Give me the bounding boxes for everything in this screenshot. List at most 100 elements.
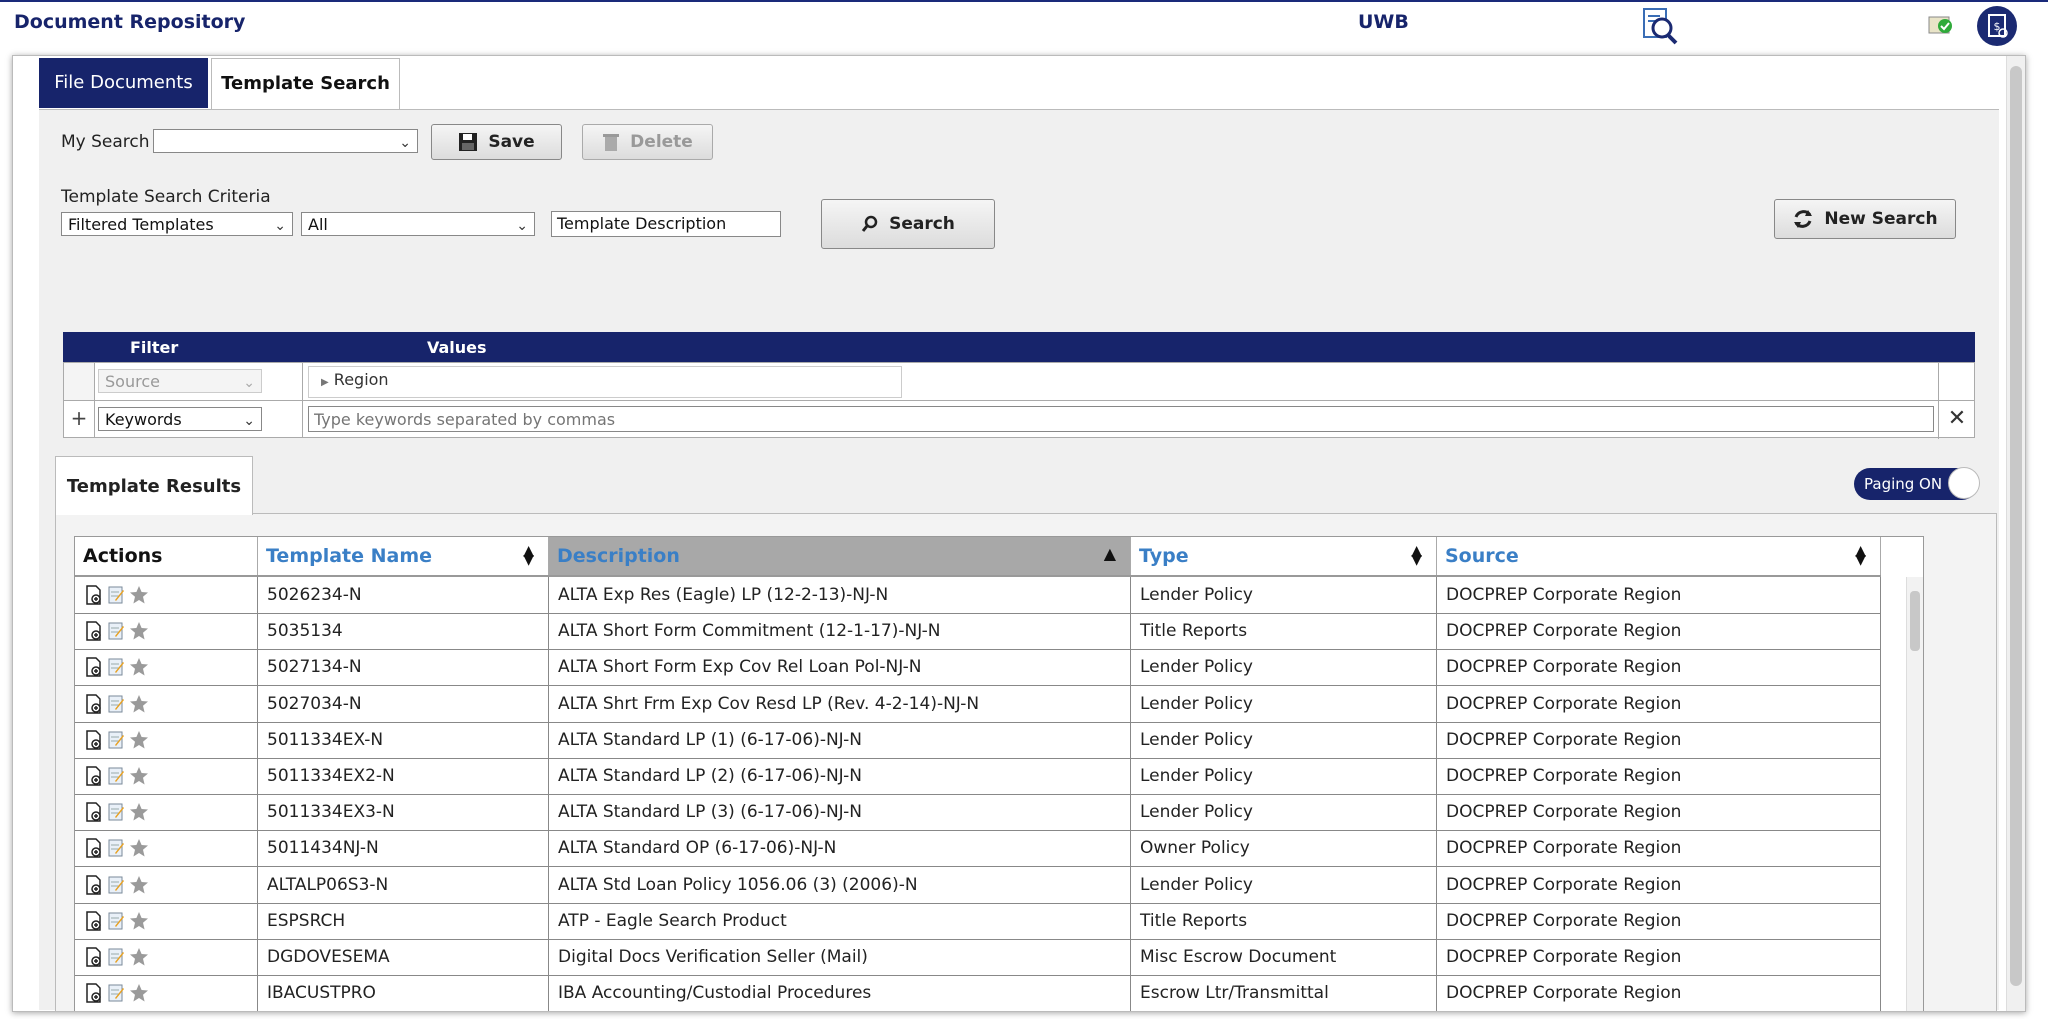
criteria-type-select[interactable]: Filtered Templates ⌄ [61, 212, 293, 236]
edit-icon[interactable] [107, 947, 125, 967]
table-row[interactable]: DGDOVESEMA Digital Docs Verification Sell… [75, 939, 1881, 976]
grid-scrollbar[interactable] [1906, 577, 1923, 1011]
add-document-icon[interactable] [85, 766, 103, 786]
cell-description: IBA Accounting/Custodial Procedures [549, 975, 1131, 1011]
add-document-icon[interactable] [85, 983, 103, 1003]
paging-toggle[interactable]: Paging ON [1854, 467, 1980, 500]
star-icon[interactable] [129, 657, 149, 677]
star-icon[interactable] [129, 838, 149, 858]
edit-icon[interactable] [107, 875, 125, 895]
add-document-icon[interactable] [85, 657, 103, 678]
add-document-icon[interactable] [85, 947, 103, 967]
row-actions [75, 758, 258, 794]
edit-icon[interactable] [107, 730, 125, 750]
cell-type: Lender Policy [1131, 577, 1437, 613]
edit-icon[interactable] [107, 983, 125, 1003]
new-search-button[interactable]: New Search [1774, 199, 1956, 239]
star-icon[interactable] [129, 694, 149, 714]
cell-source: DOCPREP Corporate Region [1437, 866, 1881, 903]
edit-icon[interactable] [107, 838, 125, 858]
star-icon[interactable] [129, 766, 149, 786]
table-row[interactable]: 5035134 ALTA Short Form Commitment (12-1-… [75, 613, 1881, 651]
star-icon[interactable] [129, 621, 149, 641]
add-document-icon[interactable] [85, 838, 103, 859]
edit-icon[interactable] [107, 694, 125, 714]
table-row[interactable]: 5011334EX3-N ALTA Standard LP (3) (6-17-0… [75, 794, 1881, 832]
plus-icon[interactable]: + [64, 401, 95, 437]
tab-file-documents[interactable]: File Documents [39, 58, 208, 108]
table-row[interactable]: 5011334EX-N ALTA Standard LP (1) (6-17-06… [75, 721, 1881, 759]
star-icon[interactable] [129, 947, 149, 967]
edit-icon[interactable] [107, 621, 125, 641]
table-row[interactable]: ALTALP06S3-N ALTA Std Loan Policy 1056.06… [75, 866, 1881, 904]
results-grid: Actions Template Name ▲ ▼ Description ▲ T… [74, 536, 1924, 1012]
delete-button[interactable]: Delete [582, 124, 713, 160]
table-row[interactable]: 5011334EX2-N ALTA Standard LP (2) (6-17-0… [75, 758, 1881, 795]
column-type[interactable]: Type ▲ ▼ [1131, 537, 1437, 575]
table-row[interactable]: IBACUSTPRO IBA Accounting/Custodial Proce… [75, 975, 1881, 1011]
row-actions [75, 902, 258, 939]
cell-name: IBACUSTPRO [258, 975, 549, 1011]
checkmark-icon[interactable] [1928, 14, 1954, 36]
table-row[interactable]: 5027134-N ALTA Short Form Exp Cov Rel Loa… [75, 649, 1881, 687]
star-icon[interactable] [129, 730, 149, 750]
cell-type: Owner Policy [1131, 830, 1437, 867]
table-row[interactable]: 5011434NJ-N ALTA Standard OP (6-17-06)-NJ… [75, 830, 1881, 868]
template-description-field[interactable]: Template Description [551, 211, 781, 237]
page-scroll-thumb[interactable] [2010, 66, 2022, 986]
cell-type: Title Reports [1131, 1011, 1437, 1012]
toggle-knob[interactable] [1948, 467, 1980, 499]
cell-source: DOCPREP Corporate Region [1437, 975, 1881, 1011]
cell-source: DOCPREP Corporate Region [1437, 577, 1881, 613]
avatar-icon[interactable]: $ [1977, 6, 2017, 46]
delete-label: Delete [630, 132, 693, 152]
edit-icon[interactable] [107, 585, 125, 605]
edit-icon[interactable] [107, 766, 125, 786]
add-document-icon[interactable] [85, 874, 103, 895]
edit-icon[interactable] [107, 911, 125, 931]
region-value[interactable]: ▶ Region [308, 366, 902, 398]
cell-source: DOCPREP Corporate Region [1437, 758, 1881, 794]
edit-icon[interactable] [107, 802, 125, 822]
cell-description: ALTA Std Loan Policy 1056.06 (3) (2006)-… [549, 866, 1131, 903]
star-icon[interactable] [129, 983, 149, 1003]
my-search-select[interactable]: ⌄ [153, 129, 418, 153]
column-description[interactable]: Description ▲ [549, 537, 1131, 575]
cell-name: ESPSRCH [258, 902, 549, 939]
search-button[interactable]: Search [821, 199, 995, 249]
cell-name: 5027034-N [258, 685, 549, 722]
page-scrollbar[interactable] [2006, 56, 2025, 1011]
cell-type: Title Reports [1131, 613, 1437, 650]
column-source[interactable]: Source ▲ ▼ [1437, 537, 1881, 575]
tab-template-search[interactable]: Template Search [211, 58, 400, 110]
star-icon[interactable] [129, 875, 149, 895]
sort-asc-icon: ▲ [1103, 544, 1116, 563]
close-icon[interactable]: ✕ [1942, 403, 1972, 435]
keywords-filter-select[interactable]: Keywords ⌄ [98, 407, 262, 431]
save-button[interactable]: Save [431, 124, 562, 160]
keywords-input[interactable] [308, 406, 1934, 432]
add-document-icon[interactable] [85, 621, 103, 641]
star-icon[interactable] [129, 585, 149, 605]
column-template-name[interactable]: Template Name ▲ ▼ [258, 537, 549, 575]
search-document-icon[interactable] [1640, 6, 1682, 46]
edit-icon[interactable] [107, 657, 125, 677]
add-document-icon[interactable] [85, 693, 103, 714]
divider [64, 400, 1974, 401]
trash-icon [603, 134, 620, 151]
table-row[interactable]: LISTLIENSList of LiensTitle ReportsDOCPR… [75, 1011, 1881, 1012]
table-row[interactable]: 5027034-N ALTA Shrt Frm Exp Cov Resd LP (… [75, 685, 1881, 723]
table-row[interactable]: 5026234-N ALTA Exp Res (Eagle) LP (12-2-1… [75, 577, 1881, 614]
star-icon[interactable] [129, 802, 149, 822]
tab-template-results[interactable]: Template Results [55, 456, 253, 515]
add-document-icon[interactable] [85, 730, 103, 750]
add-document-icon[interactable] [85, 585, 103, 605]
grid-scroll-thumb[interactable] [1910, 591, 1920, 651]
star-icon[interactable] [129, 911, 149, 931]
cell-name: 5035134 [258, 613, 549, 650]
table-row[interactable]: ESPSRCH ATP - Eagle Search Product Title R… [75, 902, 1881, 940]
add-document-icon[interactable] [85, 802, 103, 822]
cell-description: ALTA Standard LP (3) (6-17-06)-NJ-N [549, 794, 1131, 831]
criteria-scope-select[interactable]: All ⌄ [301, 212, 535, 236]
add-document-icon[interactable] [85, 911, 103, 931]
